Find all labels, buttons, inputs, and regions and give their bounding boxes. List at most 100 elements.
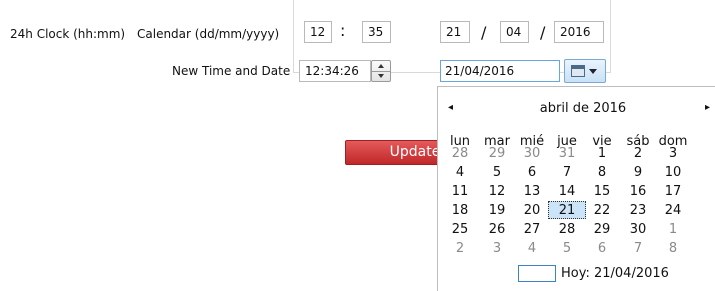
day-number: 4 — [527, 241, 537, 256]
spin-down-button[interactable] — [372, 71, 390, 81]
day-cell[interactable]: 1 — [653, 220, 693, 239]
day-number: 28 — [451, 146, 469, 161]
today-marker — [518, 265, 556, 282]
day-cell[interactable]: 9 — [618, 163, 658, 182]
day-number: 19 — [488, 203, 506, 218]
day-cell[interactable]: 15 — [582, 182, 622, 201]
chevron-down-icon — [589, 69, 597, 74]
day-cell[interactable]: 6 — [582, 239, 622, 258]
day-cell[interactable]: 1 — [582, 144, 622, 163]
day-number: 12 — [488, 184, 506, 199]
day-number: 22 — [593, 203, 611, 218]
day-cell[interactable]: 7 — [618, 239, 658, 258]
day-cell[interactable]: 30 — [512, 144, 552, 163]
day-cell[interactable]: 14 — [547, 182, 587, 201]
month-title: abril de 2016 — [539, 101, 627, 116]
day-cell[interactable]: 18 — [440, 201, 480, 220]
day-cell[interactable]: 22 — [582, 201, 622, 220]
day-field[interactable]: 21 — [440, 21, 470, 43]
day-cell[interactable]: 3 — [653, 144, 693, 163]
day-cell[interactable]: 10 — [653, 163, 693, 182]
arrow-up-icon — [378, 64, 384, 68]
day-number: 7 — [562, 165, 572, 180]
day-number: 29 — [593, 222, 611, 237]
prev-month-icon[interactable]: ◂ — [448, 102, 453, 114]
day-number: 2 — [633, 146, 643, 161]
day-cell[interactable]: 8 — [653, 239, 693, 258]
day-number: 15 — [593, 184, 611, 199]
day-cell[interactable]: 12 — [477, 182, 517, 201]
year-field[interactable]: 2016 — [554, 21, 604, 43]
day-number: 1 — [668, 222, 678, 237]
day-cell[interactable]: 4 — [512, 239, 552, 258]
day-number: 25 — [451, 222, 469, 237]
day-cell[interactable]: 13 — [512, 182, 552, 201]
day-cell[interactable]: 30 — [618, 220, 658, 239]
month-field[interactable]: 04 — [500, 21, 529, 43]
day-cell[interactable]: 4 — [440, 163, 480, 182]
day-number: 14 — [558, 184, 576, 199]
day-cell[interactable]: 3 — [477, 239, 517, 258]
day-number: 17 — [664, 184, 682, 199]
day-cell[interactable]: 5 — [477, 163, 517, 182]
day-number: 5 — [492, 165, 502, 180]
datepicker-popup: ◂ abril de 2016 ▸ lun mar mié jue vie sáb dom 2… — [437, 86, 715, 291]
day-number: 23 — [629, 203, 647, 218]
time-spinner[interactable] — [371, 60, 391, 82]
day-cell[interactable]: 27 — [512, 220, 552, 239]
day-cell[interactable]: 2 — [440, 239, 480, 258]
day-cell[interactable]: 6 — [512, 163, 552, 182]
day-number: 2 — [455, 241, 465, 256]
day-cell[interactable]: 31 — [547, 144, 587, 163]
day-cell[interactable]: 5 — [547, 239, 587, 258]
day-number: 6 — [527, 165, 537, 180]
day-number: 8 — [597, 165, 607, 180]
day-cell[interactable]: 26 — [477, 220, 517, 239]
day-number: 8 — [668, 241, 678, 256]
minute-field[interactable]: 35 — [362, 21, 391, 43]
day-number: 3 — [492, 241, 502, 256]
day-cell[interactable]: 20 — [512, 201, 552, 220]
day-number: 1 — [597, 146, 607, 161]
day-number: 10 — [664, 165, 682, 180]
day-cell[interactable]: 25 — [440, 220, 480, 239]
day-number: 7 — [633, 241, 643, 256]
hour-field[interactable]: 12 — [304, 21, 332, 43]
day-cell[interactable]: 8 — [582, 163, 622, 182]
day-cell[interactable]: 24 — [653, 201, 693, 220]
day-number: 30 — [523, 146, 541, 161]
day-cell[interactable]: 17 — [653, 182, 693, 201]
day-number: 29 — [488, 146, 506, 161]
new-date-input[interactable]: 21/04/2016 — [440, 60, 560, 82]
day-number: 13 — [523, 184, 541, 199]
day-cell[interactable]: 23 — [618, 201, 658, 220]
calendar-dropdown-button[interactable] — [564, 59, 606, 83]
day-cell[interactable]: 2 — [618, 144, 658, 163]
day-cell[interactable]: 29 — [582, 220, 622, 239]
day-cell[interactable]: 11 — [440, 182, 480, 201]
day-number: 21 — [558, 203, 576, 218]
day-number: 18 — [451, 203, 469, 218]
day-cell[interactable]: 19 — [477, 201, 517, 220]
date-separator-1: / — [481, 23, 487, 42]
day-number: 16 — [629, 184, 647, 199]
new-time-date-label: New Time and Date — [172, 64, 291, 78]
day-number: 6 — [597, 241, 607, 256]
day-number: 30 — [629, 222, 647, 237]
today-link[interactable]: Hoy: 21/04/2016 — [561, 266, 669, 281]
day-number: 5 — [562, 241, 572, 256]
day-number: 20 — [523, 203, 541, 218]
next-month-icon[interactable]: ▸ — [705, 102, 710, 114]
day-number: 27 — [523, 222, 541, 237]
day-cell[interactable]: 7 — [547, 163, 587, 182]
day-number: 9 — [633, 165, 643, 180]
day-number: 3 — [668, 146, 678, 161]
day-cell[interactable]: 28 — [440, 144, 480, 163]
day-number: 11 — [451, 184, 469, 199]
day-cell-selected[interactable]: 21 — [547, 201, 587, 220]
day-cell[interactable]: 28 — [547, 220, 587, 239]
day-number: 4 — [455, 165, 465, 180]
day-cell[interactable]: 16 — [618, 182, 658, 201]
day-cell[interactable]: 29 — [477, 144, 517, 163]
new-time-input[interactable]: 12:34:26 — [299, 60, 371, 82]
